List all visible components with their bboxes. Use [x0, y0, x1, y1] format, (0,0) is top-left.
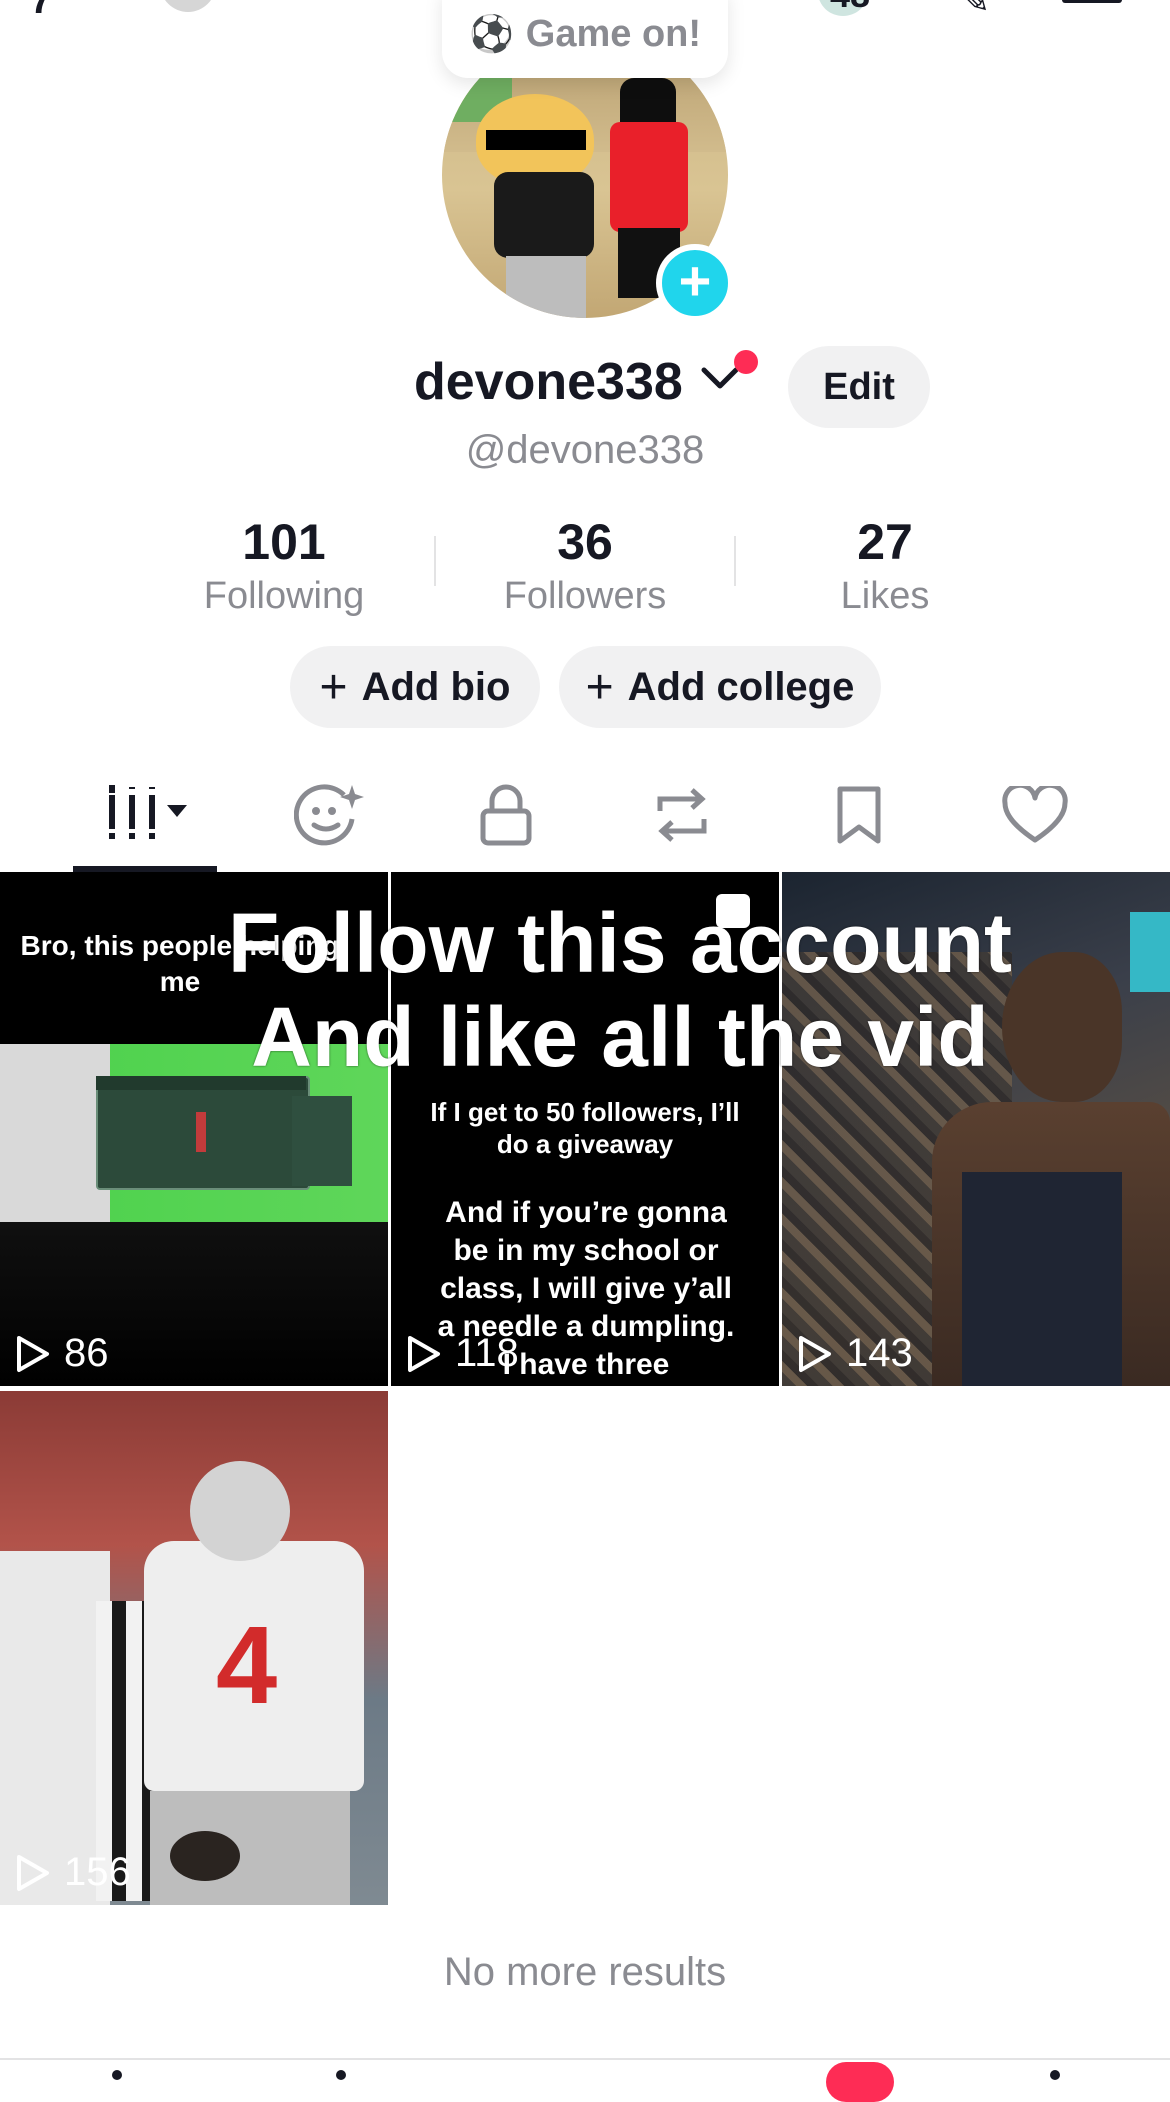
tab-liked[interactable] — [960, 770, 1110, 860]
stat-label: Likes — [840, 575, 930, 617]
display-name[interactable]: devone338 — [414, 352, 683, 412]
view-count: 86 — [16, 1331, 109, 1376]
plus-icon: + — [319, 660, 348, 714]
menu-icon[interactable] — [1062, 0, 1122, 3]
stat-label: Following — [203, 575, 365, 617]
tab-favorites[interactable] — [784, 770, 934, 860]
play-icon — [17, 1854, 49, 1891]
lock-icon — [480, 784, 532, 846]
status-time: 7 — [30, 0, 59, 22]
view-count: 143 — [798, 1331, 913, 1376]
heart-icon — [1002, 786, 1068, 843]
bottom-nav-divider — [0, 2058, 1170, 2060]
overlay-text: Follow this account And like all the vid — [160, 896, 1080, 1084]
notification-dot — [734, 350, 758, 374]
view-count-value: 143 — [846, 1331, 913, 1375]
chevron-down-icon[interactable] — [700, 364, 740, 392]
play-icon — [17, 1335, 49, 1372]
overlay-line-1: Follow this account — [227, 896, 1012, 990]
status-avatar-icon — [160, 0, 216, 12]
nav-friends-icon[interactable] — [336, 2070, 346, 2080]
tab-reposts[interactable] — [607, 770, 757, 860]
selection-square-icon — [716, 894, 750, 928]
add-college-label: Add college — [627, 664, 855, 709]
videos-grid-icon — [103, 785, 187, 839]
add-story-button[interactable]: + — [656, 244, 734, 322]
view-count: 156 — [16, 1850, 131, 1895]
view-count-value: 86 — [64, 1331, 109, 1375]
no-more-results: No more results — [443, 1950, 727, 1994]
nav-profile-icon[interactable] — [1050, 2070, 1060, 2080]
stat-followers[interactable]: 36 Followers — [435, 512, 735, 620]
stat-value: 101 — [242, 514, 326, 570]
stat-following[interactable]: 101 Following — [134, 512, 434, 620]
bubble-text: Game on! — [525, 12, 702, 55]
play-icon — [799, 1335, 831, 1372]
stat-label: Followers — [503, 575, 667, 617]
plus-icon: + — [678, 249, 712, 312]
soccer-ball-icon: ⚽ — [468, 13, 514, 54]
view-count-value: 156 — [64, 1850, 131, 1894]
notification-count: 48 — [830, 0, 870, 16]
tab-videos[interactable] — [70, 770, 220, 860]
play-icon — [408, 1335, 440, 1372]
overlay-line-2: And like all the vid — [251, 990, 989, 1084]
stat-value: 36 — [557, 514, 613, 570]
video-thumbnail-4[interactable]: 4 156 — [0, 1391, 388, 1905]
add-college-button[interactable]: + Add college — [559, 646, 881, 728]
ai-face-icon — [294, 784, 364, 846]
username-handle: @devone338 — [465, 428, 705, 472]
plus-icon: + — [585, 660, 614, 714]
stat-likes[interactable]: 27 Likes — [735, 512, 1035, 620]
video-caption: If I get to 50 followers, I’ll do a give… — [430, 1097, 740, 1159]
jersey-number: 4 — [216, 1604, 278, 1727]
tab-ai-self[interactable] — [254, 770, 404, 860]
pen-icon[interactable]: ✎ — [960, 0, 990, 22]
add-bio-button[interactable]: + Add bio — [290, 646, 540, 728]
view-count-value: 118 — [455, 1331, 519, 1375]
stat-value: 27 — [857, 514, 913, 570]
inbox-badge — [826, 2062, 894, 2102]
nav-home-icon[interactable] — [112, 2070, 122, 2080]
add-bio-label: Add bio — [361, 664, 511, 709]
status-bubble[interactable]: ⚽ Game on! — [442, 0, 728, 78]
repost-icon — [657, 788, 707, 842]
bookmark-icon — [837, 786, 881, 844]
edit-profile-button[interactable]: Edit — [788, 346, 930, 428]
view-count: 118 — [407, 1331, 519, 1376]
tab-private[interactable] — [431, 770, 581, 860]
